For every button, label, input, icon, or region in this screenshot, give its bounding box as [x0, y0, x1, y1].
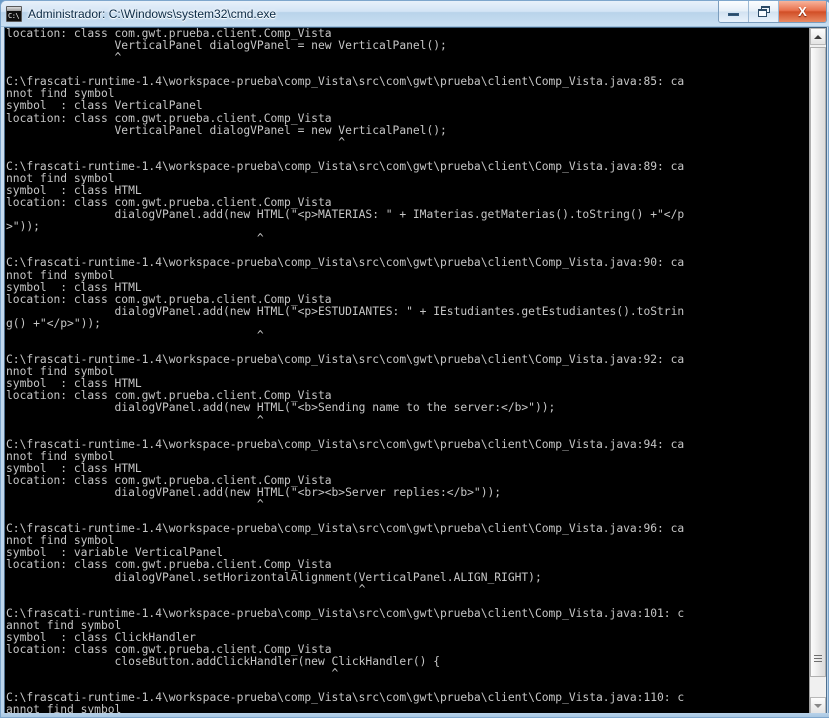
scrollbar-grip-icon — [814, 655, 822, 662]
minimize-button[interactable] — [719, 1, 749, 22]
title-bar[interactable]: C:\ Administrador: C:\Windows\system32\c… — [1, 1, 829, 27]
close-button[interactable]: X — [779, 1, 826, 22]
cmd-console-icon: C:\ — [6, 5, 22, 22]
window-controls: X — [718, 1, 827, 23]
cmd-window: C:\ Administrador: C:\Windows\system32\c… — [0, 0, 829, 718]
icon-titlebar-strip — [7, 6, 21, 11]
console-client-area: location: class com.gwt.prueba.client.Co… — [4, 27, 827, 715]
window-bottom-edge — [1, 713, 829, 717]
scroll-down-button[interactable] — [810, 697, 826, 714]
window-title: Administrador: C:\Windows\system32\cmd.e… — [28, 6, 277, 21]
icon-prompt-glyph: C:\ — [8, 11, 20, 20]
chevron-down-icon — [814, 703, 822, 708]
restore-button[interactable] — [749, 1, 779, 22]
console-output-text: location: class com.gwt.prueba.client.Co… — [6, 28, 685, 714]
console-viewport[interactable]: location: class com.gwt.prueba.client.Co… — [5, 28, 809, 714]
vertical-scrollbar[interactable] — [809, 28, 826, 714]
restore-icon — [757, 6, 770, 17]
minimize-icon — [728, 12, 739, 16]
scroll-up-button[interactable] — [810, 28, 826, 45]
chevron-up-icon — [814, 34, 822, 39]
scrollbar-thumb[interactable] — [810, 47, 826, 677]
close-icon: X — [798, 4, 807, 19]
